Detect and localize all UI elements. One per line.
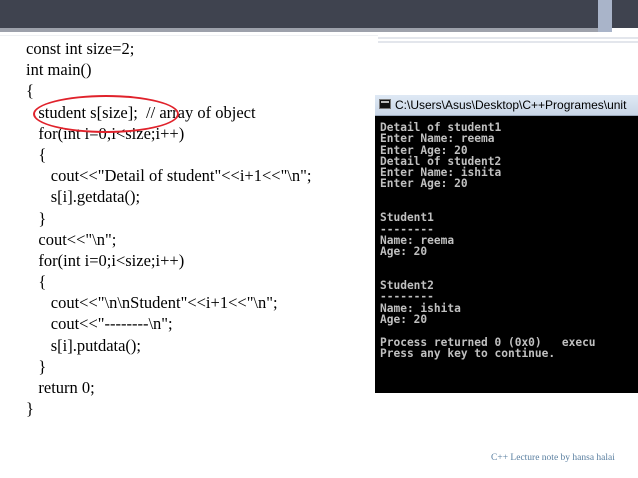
- divider-line: [0, 35, 378, 36]
- slide: const int size=2; int main() { student s…: [0, 0, 638, 478]
- divider-line: [378, 37, 638, 39]
- console-window: C:\Users\Asus\Desktop\C++Programes\unit …: [375, 95, 638, 393]
- console-line: Age: 20: [380, 245, 428, 259]
- console-line: Student1: [380, 211, 434, 225]
- console-line: Enter Name: reema: [380, 132, 495, 146]
- highlight-ellipse: [33, 95, 179, 133]
- header-underline: [0, 28, 598, 32]
- header-bar: [0, 0, 600, 28]
- divider-line: [378, 41, 638, 43]
- code-listing: const int size=2; int main() { student s…: [26, 38, 311, 419]
- code-line: cout<<"\n";: [26, 229, 117, 249]
- code-line: for(int i=0;i<size;i++): [26, 250, 185, 270]
- code-line: cout<<"Detail of student"<<i+1<<"\n";: [26, 166, 312, 186]
- console-line: Enter Age: 20: [380, 177, 468, 191]
- code-line: cout<<"\n\nStudent"<<i+1<<"\n";: [26, 293, 278, 313]
- code-line: s[i].putdata();: [26, 335, 142, 355]
- console-output: Detail of student1 Enter Name: reema Ent…: [380, 122, 596, 360]
- code-line: return 0;: [26, 378, 95, 397]
- code-line: int main(): [26, 60, 92, 80]
- code-line: }: [26, 356, 47, 376]
- code-line: const int size=2;: [26, 39, 135, 58]
- console-title: C:\Users\Asus\Desktop\C++Programes\unit: [395, 98, 627, 112]
- console-line: Age: 20: [380, 313, 428, 327]
- header-accent-bar: [598, 0, 612, 32]
- header-bar-right: [612, 0, 638, 28]
- code-line: cout<<"--------\n";: [26, 314, 173, 334]
- console-line: Press any key to continue.: [380, 346, 556, 360]
- footer-note: C++ Lecture note by hansa halai: [491, 453, 615, 463]
- code-line: }: [26, 399, 34, 419]
- code-line: }: [26, 208, 47, 228]
- code-line: s[i].getdata();: [26, 187, 141, 207]
- code-line: {: [26, 144, 47, 164]
- code-line: {: [26, 272, 47, 292]
- console-title-bar[interactable]: C:\Users\Asus\Desktop\C++Programes\unit: [375, 95, 638, 116]
- console-icon: [379, 99, 391, 109]
